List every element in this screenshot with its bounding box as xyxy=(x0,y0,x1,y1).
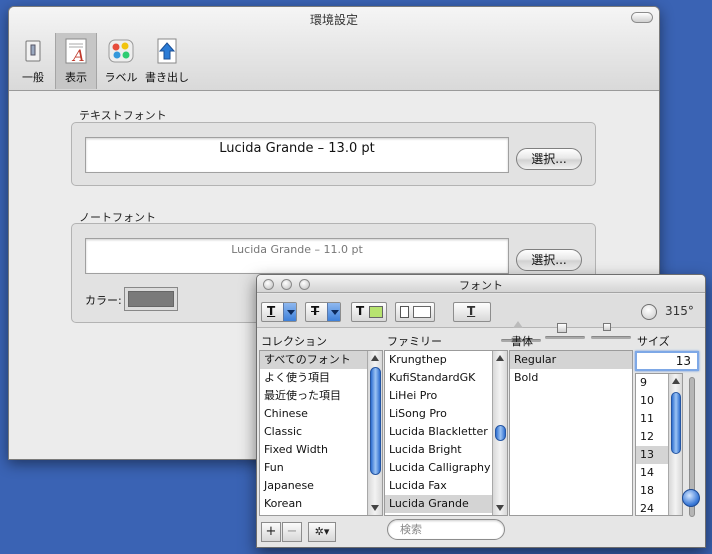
toolbar-item-label: 表示 xyxy=(65,71,87,84)
list-item[interactable]: Chinese xyxy=(260,405,382,423)
switch-icon xyxy=(17,35,49,67)
scroll-up-arrow-icon[interactable] xyxy=(672,378,680,384)
family-scrollbar[interactable] xyxy=(492,351,507,515)
toolbar-item-label: ラベル xyxy=(104,71,138,84)
shadow-t-icon: T xyxy=(467,304,476,318)
scroll-thumb[interactable] xyxy=(671,392,681,454)
note-font-display: Lucida Grande – 11.0 pt xyxy=(85,238,509,274)
document-icon xyxy=(400,306,409,318)
underline-popup[interactable]: T xyxy=(261,302,297,322)
list-item[interactable]: Lucida Grande xyxy=(385,495,507,513)
text-color-swatch xyxy=(369,306,383,318)
list-item[interactable]: Korean xyxy=(260,495,382,513)
list-item[interactable]: Fun xyxy=(260,459,382,477)
toolbar-item-export[interactable]: 書き出し xyxy=(143,35,191,87)
list-item[interactable]: LiHei Pro xyxy=(385,387,507,405)
text-font-select-button[interactable]: 選択... xyxy=(516,148,582,170)
strikethrough-t-icon: T xyxy=(311,304,320,318)
text-color-t-icon: T xyxy=(356,304,365,318)
list-item[interactable]: Bold xyxy=(510,369,632,387)
list-item[interactable]: Krungthep xyxy=(385,351,507,369)
list-item[interactable]: LiSong Pro xyxy=(385,405,507,423)
shadow-angle-dial[interactable] xyxy=(641,304,657,320)
size-list-scrollbar[interactable] xyxy=(668,374,682,515)
list-item[interactable]: Lucida Blackletter xyxy=(385,423,507,441)
list-item[interactable]: Regular xyxy=(510,351,632,369)
text-font-section-label: テキストフォント xyxy=(79,109,167,122)
svg-text:A: A xyxy=(71,46,85,65)
toolbar-item-display[interactable]: A 表示 xyxy=(55,33,97,89)
note-color-swatch xyxy=(128,291,174,307)
scroll-down-arrow-icon[interactable] xyxy=(371,505,379,511)
list-item[interactable]: Lucida Fax xyxy=(385,477,507,495)
scroll-down-arrow-icon[interactable] xyxy=(496,505,504,511)
family-header: ファミリー xyxy=(387,335,442,348)
scroll-up-arrow-icon[interactable] xyxy=(496,355,504,361)
shadow-offset-knob[interactable] xyxy=(603,323,611,331)
chevron-down-icon xyxy=(283,303,296,321)
font-panel: フォント T T T T 315° コレクション ファミリー 書体 サイズ すべ… xyxy=(256,274,706,548)
shadow-offset-slider[interactable] xyxy=(591,336,631,339)
toolbar-item-label: 書き出し xyxy=(145,71,189,84)
color-labels-icon xyxy=(105,35,137,67)
size-header: サイズ xyxy=(637,335,670,348)
list-item[interactable]: Lucida Calligraphy xyxy=(385,459,507,477)
strikethrough-popup[interactable]: T xyxy=(305,302,341,322)
remove-collection-button[interactable]: − xyxy=(282,522,302,542)
collection-scrollbar[interactable] xyxy=(367,351,382,515)
text-font-display: Lucida Grande – 13.0 pt xyxy=(85,137,509,173)
preferences-titlebar: 環境設定 一般 A 表示 ラベル 書き出し xyxy=(9,7,659,91)
list-item[interactable]: Classic xyxy=(260,423,382,441)
underline-t-icon: T xyxy=(267,304,276,318)
font-panel-toolbar: T T T T 315° xyxy=(257,294,705,342)
list-item[interactable]: よく使う項目 xyxy=(260,369,382,387)
list-item[interactable]: すべてのフォント xyxy=(260,351,382,369)
note-font-select-button[interactable]: 選択... xyxy=(516,249,582,271)
size-slider-knob[interactable] xyxy=(682,489,700,507)
font-panel-titlebar: フォント xyxy=(257,275,705,293)
list-item[interactable]: KufiStandardGK xyxy=(385,369,507,387)
export-arrow-icon xyxy=(151,35,183,67)
list-item[interactable]: Fixed Width xyxy=(260,441,382,459)
window-title: 環境設定 xyxy=(309,13,358,27)
chevron-down-icon xyxy=(327,303,340,321)
toolbar-item-general[interactable]: 一般 xyxy=(15,35,51,87)
font-search-field[interactable]: 検索 xyxy=(387,519,505,540)
text-shadow-button[interactable]: T xyxy=(453,302,491,322)
collection-list[interactable]: すべてのフォント よく使う項目 最近使った項目 Chinese Classic … xyxy=(259,350,383,516)
collection-header: コレクション xyxy=(261,335,327,348)
add-collection-button[interactable]: + xyxy=(261,522,281,542)
text-color-button[interactable]: T xyxy=(351,302,387,322)
typeface-list[interactable]: Regular Bold xyxy=(509,350,633,516)
scroll-thumb[interactable] xyxy=(495,425,506,441)
document-color-button[interactable] xyxy=(395,302,435,322)
typeface-header: 書体 xyxy=(511,335,533,348)
size-list[interactable]: 9 10 11 12 13 14 18 24 xyxy=(635,373,683,516)
action-gear-menu[interactable]: ✲▾ xyxy=(308,522,336,542)
shadow-angle-value: 315° xyxy=(665,304,694,318)
size-input[interactable]: 13 xyxy=(635,351,699,371)
text-font-group: Lucida Grande – 13.0 pt 選択... xyxy=(71,122,596,186)
shadow-opacity-knob[interactable] xyxy=(513,321,523,328)
family-list[interactable]: Krungthep KufiStandardGK LiHei Pro LiSon… xyxy=(384,350,508,516)
toolbar-item-labels[interactable]: ラベル xyxy=(99,35,143,87)
list-item[interactable]: 最近使った項目 xyxy=(260,387,382,405)
list-item[interactable]: Lucida Bright xyxy=(385,441,507,459)
document-color-swatch xyxy=(413,306,431,318)
font-panel-title: フォント xyxy=(459,279,503,292)
shadow-blur-knob[interactable] xyxy=(557,323,567,333)
toolbar-toggle-button[interactable] xyxy=(631,12,653,23)
list-item[interactable]: Japanese xyxy=(260,477,382,495)
note-color-well[interactable] xyxy=(124,287,178,311)
color-label: カラー: xyxy=(85,294,122,307)
font-style-icon: A xyxy=(60,35,92,67)
scroll-thumb[interactable] xyxy=(370,367,381,475)
toolbar-item-label: 一般 xyxy=(22,71,44,84)
shadow-blur-slider[interactable] xyxy=(545,336,585,339)
scroll-up-arrow-icon[interactable] xyxy=(371,355,379,361)
